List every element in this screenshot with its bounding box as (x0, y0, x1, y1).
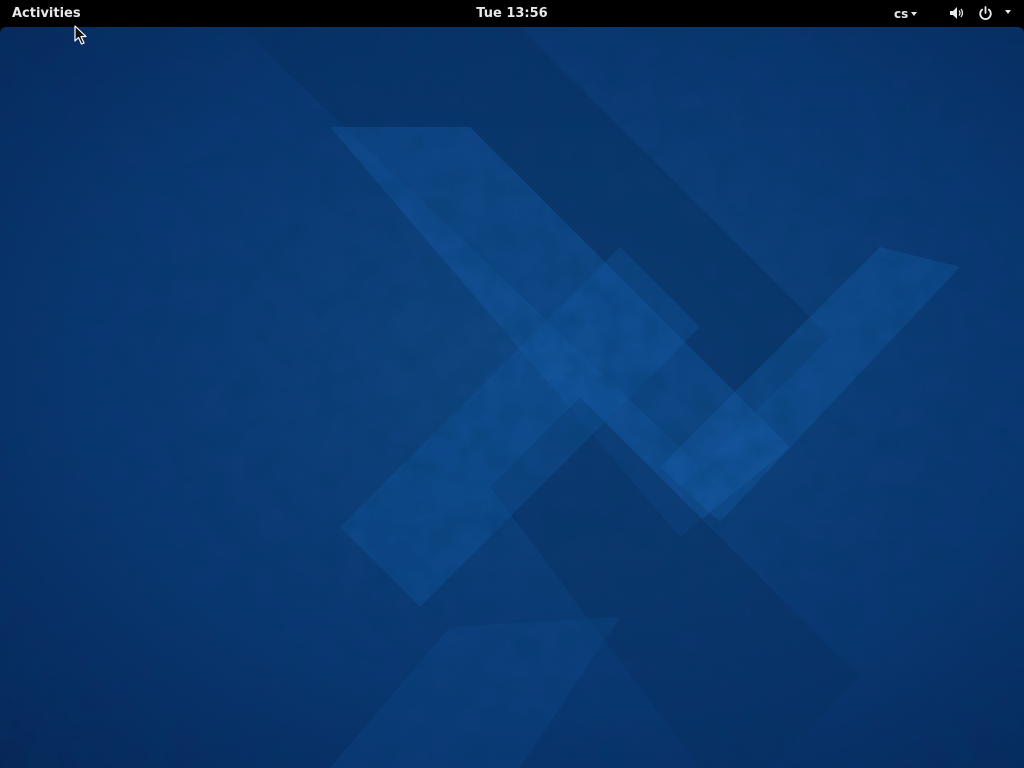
activities-button[interactable]: Activities (4, 0, 89, 27)
keyboard-layout-label: cs (894, 7, 909, 21)
desktop-background[interactable] (0, 27, 1024, 768)
system-status-menu[interactable] (944, 0, 1020, 27)
mouse-pointer-icon (74, 25, 87, 45)
clock-container: Tue 13:56 (0, 0, 1024, 27)
gnome-screen: Activities Tue 13:56 cs (0, 0, 1024, 768)
volume-icon (950, 7, 964, 19)
chevron-down-icon (1005, 10, 1011, 14)
power-icon (979, 6, 992, 20)
chevron-down-icon (911, 11, 918, 16)
wallpaper (0, 27, 1024, 768)
keyboard-layout-indicator[interactable]: cs (888, 0, 923, 27)
top-panel: Activities Tue 13:56 cs (0, 0, 1024, 27)
clock-button[interactable]: Tue 13:56 (476, 6, 547, 21)
